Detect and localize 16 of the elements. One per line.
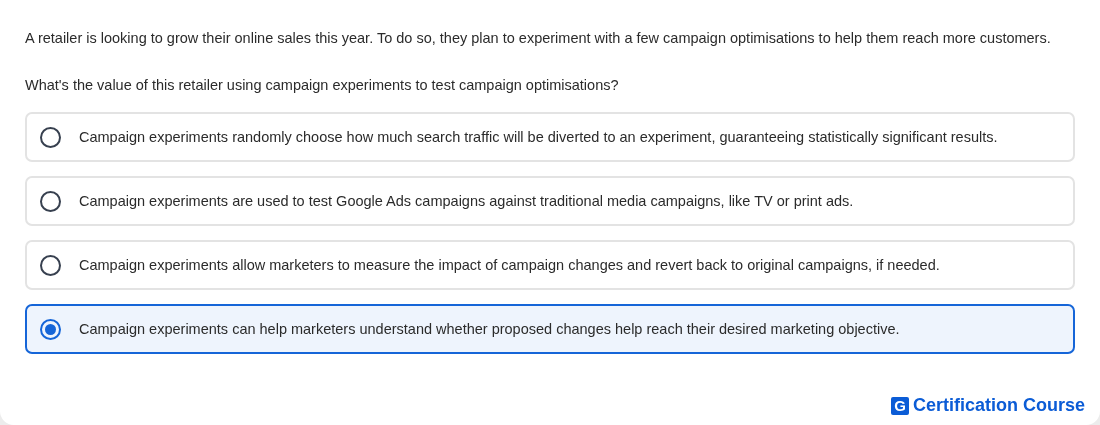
scenario-text: A retailer is looking to grow their online sales this year. To do so, they plan to experiment with a few campaign optimisations to help them reach more customers. (25, 29, 1052, 48)
answer-text: Campaign experiments are used to test Google Ads campaigns against traditional media campaigns, like TV or print ads. (79, 193, 854, 209)
radio-button[interactable] (40, 126, 61, 148)
brand-name: Certification Course (912, 395, 1085, 416)
answer-text: Campaign experiments can help marketers understand whether proposed changes help reach their desired marketing objective. (79, 321, 900, 337)
logo-mark: G (890, 396, 909, 415)
question-text: What's the value of this retailer using campaign experiments to test campaign optimisations? (25, 76, 620, 95)
radio-button[interactable] (40, 254, 61, 276)
answer-option[interactable]: Campaign experiments are used to test Google Ads campaigns against traditional media campaigns, like TV or print ads. (25, 176, 1075, 226)
answer-option[interactable]: Campaign experiments can help marketers understand whether proposed changes help reach their desired marketing objective. (25, 304, 1075, 354)
answer-text: Campaign experiments randomly choose how much search traffic will be diverted to an experiment, guaranteeing statistically significant results. (79, 129, 998, 145)
radio-button[interactable] (40, 318, 61, 340)
radio-button[interactable] (40, 190, 61, 212)
answer-option[interactable]: Campaign experiments randomly choose how much search traffic will be diverted to an experiment, guaranteeing statistically significant results. (25, 112, 1075, 162)
answer-text: Campaign experiments allow marketers to measure the impact of campaign changes and revert back to original campaigns, if needed. (79, 257, 940, 273)
answer-option[interactable]: Campaign experiments allow marketers to measure the impact of campaign changes and revert back to original campaigns, if needed. (25, 240, 1075, 290)
